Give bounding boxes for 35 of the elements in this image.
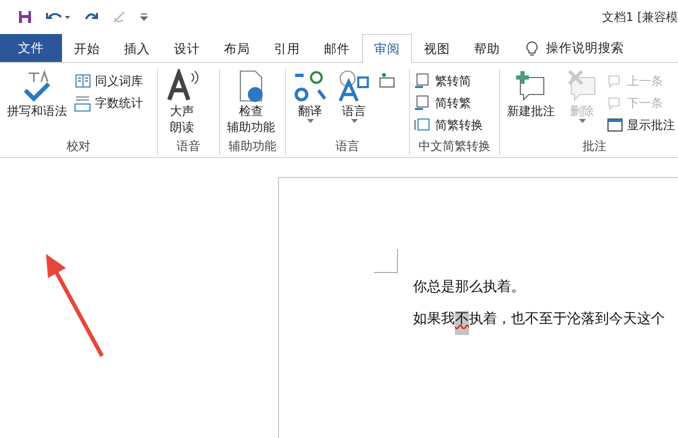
ribbon-tab[interactable]: 审阅 xyxy=(362,34,412,63)
counter-icon xyxy=(74,94,92,112)
ribbon-button[interactable]: 显示批注 xyxy=(606,114,675,136)
comment-pane-icon xyxy=(606,116,624,134)
ribbon-button[interactable]: 新建批注 xyxy=(504,69,558,138)
group-label: 语音 xyxy=(176,138,202,155)
globe-letter-icon xyxy=(337,69,371,103)
margin-corner-mark xyxy=(374,249,398,273)
ribbon-button[interactable]: 翻译 xyxy=(290,69,330,138)
group-label: 批注 xyxy=(582,138,608,155)
ribbon-button[interactable]: 大声 朗读 xyxy=(162,69,202,138)
ribbon-button[interactable]: 语言 xyxy=(334,69,374,138)
ribbon-tab[interactable]: 文件 xyxy=(0,34,62,62)
ribbon-button[interactable]: 字数统计 xyxy=(74,92,143,114)
book-icon xyxy=(74,72,92,90)
caret-icon xyxy=(578,119,586,123)
group-label: 校对 xyxy=(66,138,92,155)
window-title: 文档1 [兼容模 xyxy=(602,8,678,26)
ribbon-button[interactable]: 繁转简 xyxy=(414,70,483,92)
group-label: 辅助功能 xyxy=(228,138,278,155)
keyboard-icon xyxy=(378,72,396,90)
lightbulb-icon xyxy=(526,40,538,56)
ribbon-button[interactable]: 拼写和语法 xyxy=(4,69,70,138)
ribbon-button[interactable]: 检查 辅助功能 xyxy=(224,69,278,138)
caret-icon xyxy=(306,119,314,123)
caret-icon xyxy=(350,119,358,123)
ribbon-button[interactable]: 同义词库 xyxy=(74,70,143,92)
tell-me-search[interactable]: 操作说明搜索 xyxy=(526,35,624,62)
group-label: 中文简繁转换 xyxy=(418,138,492,155)
letter-sound-icon xyxy=(165,69,199,103)
customize-icon[interactable] xyxy=(140,13,148,21)
group-label: 语言 xyxy=(334,138,360,155)
ribbon-button[interactable]: 简转繁 xyxy=(414,92,483,114)
paragraph-text: 你总是那么执着。 xyxy=(413,278,526,297)
ribbon-button[interactable]: 简繁转换 xyxy=(414,114,483,136)
